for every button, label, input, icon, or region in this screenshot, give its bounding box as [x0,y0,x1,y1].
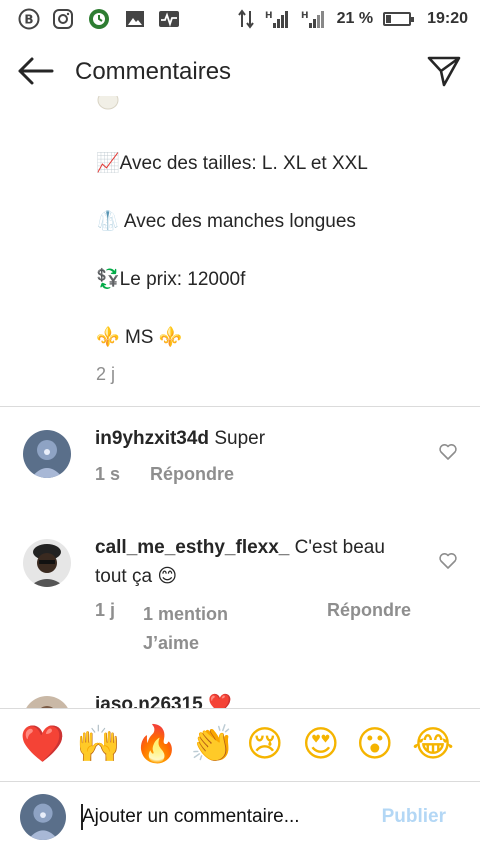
page-title: Commentaires [75,58,232,85]
quick-reactions-bar: ❤️ 🙌 🔥 👏 😢 😍 😮 😂 [0,708,480,782]
comment-input-bar: Publier [0,782,480,854]
app-header: Commentaires [0,44,480,100]
egg-emoji-icon [97,90,119,110]
avatar[interactable] [23,696,71,708]
comment-username[interactable]: jaso.n26315 [95,694,203,708]
fleur-de-lis-emoji-icon: ⚜️ [96,326,120,348]
reaction-raised-hands-emoji-icon[interactable]: 🙌 [76,723,121,767]
red-heart-emoji-icon: ❤️ [208,693,232,708]
coat-emoji-icon: 🥼 [96,210,120,232]
reaction-heart-emoji-icon[interactable]: ❤️ [20,723,65,767]
reaction-fire-emoji-icon[interactable]: 🔥 [134,723,179,767]
caption-line-brand: ⚜️ MS ⚜️ [96,326,183,348]
reply-button[interactable]: Répondre [150,464,234,485]
reaction-laughing-emoji-icon[interactable]: 😂 [412,723,454,767]
reaction-surprised-emoji-icon[interactable]: 😮 [356,723,394,767]
signal-h-icon: H [265,11,288,28]
svg-text:B: B [24,13,33,27]
b-circle-icon: B [18,8,40,30]
likes-count-link[interactable]: 1 mention J’aime [143,600,263,658]
comment-time: 1 j [95,600,116,620]
reaction-clapping-emoji-icon[interactable]: 👏 [190,723,235,767]
instagram-icon [53,9,73,29]
currency-exchange-emoji-icon: 💱 [96,268,120,290]
smiling-face-emoji-icon: 😊 [157,565,178,587]
caption-timestamp: 2 j [96,364,116,384]
svg-text:H: H [265,11,273,21]
comment-text: Super [209,428,266,449]
reaction-heart-eyes-emoji-icon[interactable]: 😍 [302,723,340,767]
avatar[interactable] [23,539,71,587]
comment-username[interactable]: in9yhzxit34d [95,428,209,449]
comment-time: 1 s [95,464,121,484]
avatar[interactable] [23,430,71,478]
battery-percentage: 21 % [336,10,374,27]
chart-emoji-icon: 📈 [96,152,120,174]
reply-button[interactable]: Répondre [327,600,411,621]
heart-outline-icon[interactable] [438,551,458,571]
caption-line-sizes: 📈Avec des tailles: L. XL et XXL [96,152,368,174]
activity-icon [159,11,179,27]
status-bar: B H H 21 % 19:20 [0,0,480,38]
fleur-de-lis-emoji-icon-2: ⚜️ [158,326,183,348]
clock-app-icon [89,9,109,29]
avatar [20,794,66,840]
comment-input[interactable] [82,806,352,828]
caption-line-sleeves: 🥼 Avec des manches longues [96,210,356,232]
data-transfer-icon [237,9,254,29]
heart-outline-icon[interactable] [438,442,458,462]
svg-text:H: H [301,11,309,21]
image-icon [126,11,144,27]
caption-line-price: 💱Le prix: 12000f [96,268,246,290]
send-icon[interactable] [426,54,462,88]
publish-button[interactable]: Publier [382,806,446,828]
battery-icon [383,12,415,26]
signal-h-icon-2: H [301,11,324,28]
caption-partial-emoji-line [96,90,120,122]
comment-item: jaso.n26315 ❤️ [0,688,480,708]
clock-time: 19:20 [427,10,468,27]
back-arrow-icon[interactable] [16,56,54,86]
divider [0,406,480,407]
comment-username[interactable]: call_me_esthy_flexx_ [95,537,289,558]
reaction-crying-emoji-icon[interactable]: 😢 [246,723,284,767]
